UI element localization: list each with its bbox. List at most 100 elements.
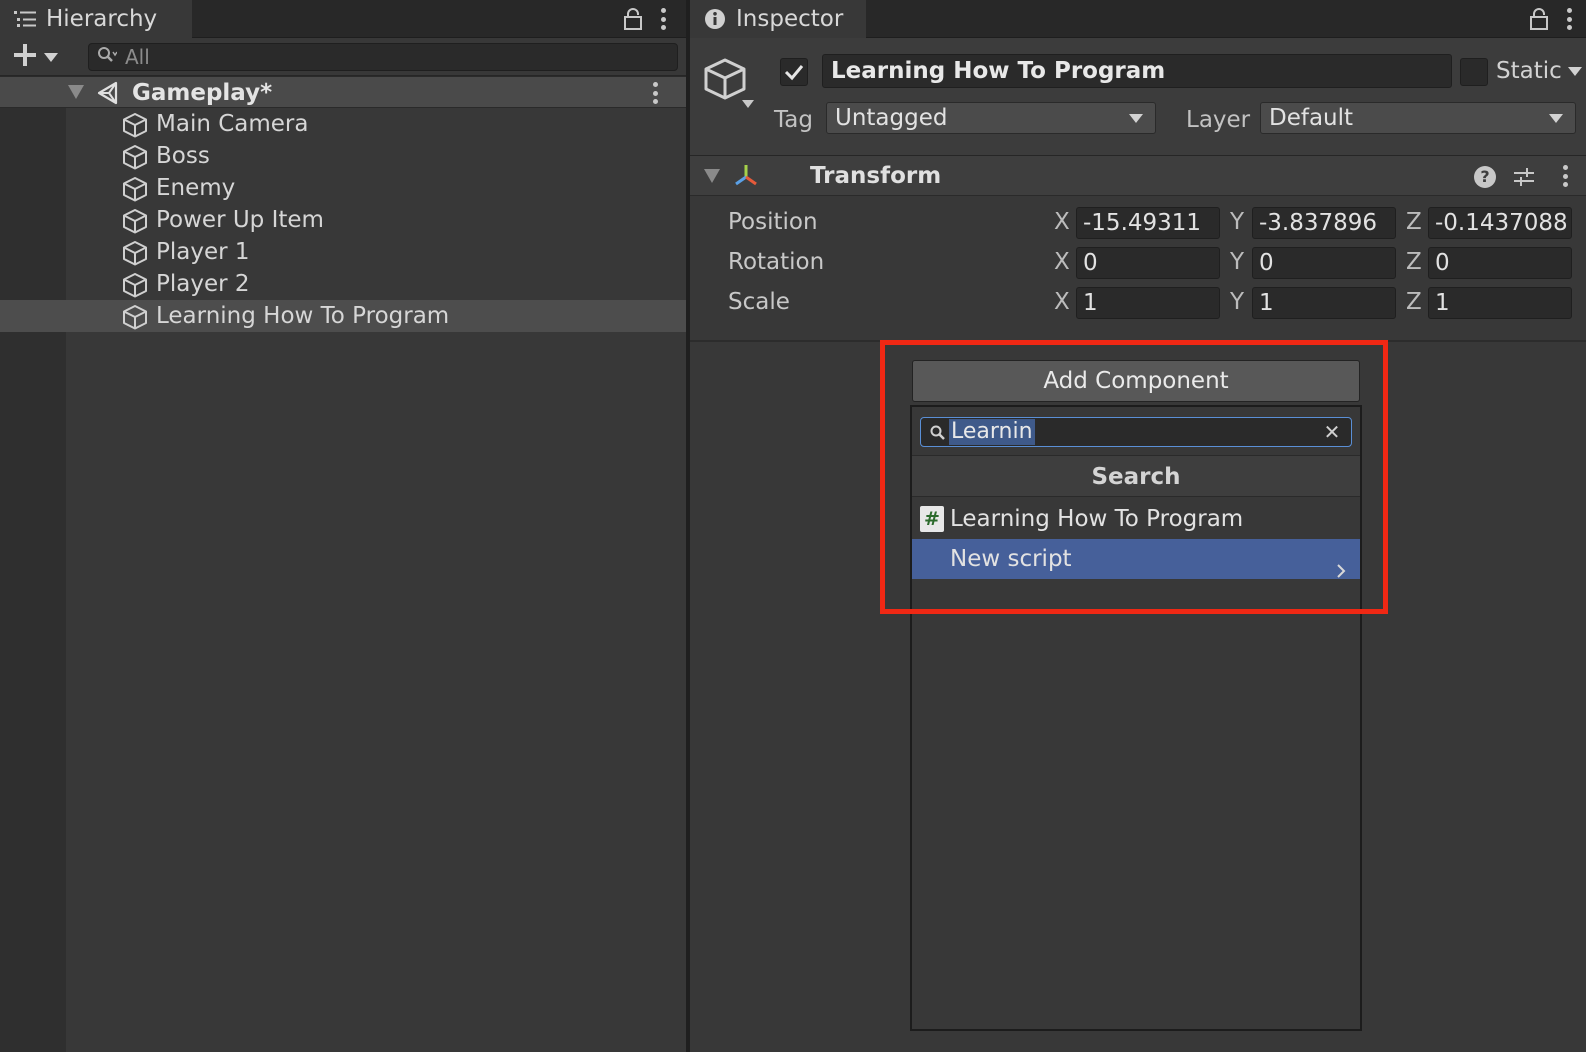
gameobject-icon[interactable]: [702, 56, 748, 102]
list-icon: [14, 8, 36, 30]
hierarchy-item-label: Enemy: [156, 175, 236, 201]
axis-z-label[interactable]: Z: [1406, 282, 1422, 322]
tag-label: Tag: [774, 107, 813, 133]
component-separator: [690, 340, 1586, 342]
scene-name: Gameplay*: [132, 80, 273, 106]
hierarchy-tree: Gameplay* Main Camera Boss Enemy Power U…: [0, 76, 686, 1052]
axis-x-label[interactable]: X: [1054, 242, 1070, 282]
gameobject-cube-icon: [122, 144, 148, 170]
chevron-down-icon: [1129, 114, 1143, 123]
search-icon: [929, 424, 947, 442]
active-checkbox[interactable]: [780, 58, 808, 86]
position-y-field[interactable]: -3.837896: [1252, 207, 1396, 239]
chevron-down-icon: [742, 100, 754, 108]
axis-x-label[interactable]: X: [1054, 282, 1070, 322]
gameobject-cube-icon: [122, 176, 148, 202]
hierarchy-item-player-2[interactable]: Player 2: [66, 268, 686, 300]
axis-y-label[interactable]: Y: [1230, 282, 1244, 322]
lock-icon[interactable]: [624, 8, 642, 30]
hierarchy-toolbar: [0, 38, 686, 76]
position-x-field[interactable]: -15.49311: [1076, 207, 1220, 239]
add-component-search[interactable]: Learnin ✕: [920, 417, 1352, 447]
plus-icon: [12, 42, 38, 72]
gameobject-name-field[interactable]: Learning How To Program: [822, 54, 1452, 88]
result-learning-how-to-program[interactable]: # Learning How To Program: [912, 499, 1360, 539]
inspector-tabbar: Inspector: [690, 0, 1586, 38]
hierarchy-search-input[interactable]: [125, 45, 677, 69]
static-label: Static: [1496, 58, 1562, 84]
search-query-text[interactable]: Learnin: [949, 419, 1035, 445]
hierarchy-tab-label: Hierarchy: [46, 6, 158, 32]
hierarchy-item-enemy[interactable]: Enemy: [66, 172, 686, 204]
chevron-right-icon: [1334, 551, 1348, 578]
expand-arrow-icon[interactable]: [68, 85, 84, 99]
search-icon: [97, 46, 118, 68]
inspector-tab-label: Inspector: [736, 6, 844, 32]
transform-axes-icon: [732, 162, 760, 190]
hierarchy-search[interactable]: [88, 43, 678, 71]
transform-row-label[interactable]: Rotation: [728, 242, 824, 282]
rotation-x-field[interactable]: 0: [1076, 247, 1220, 279]
hierarchy-item-label: Player 2: [156, 271, 250, 297]
rotation-z-field[interactable]: 0: [1428, 247, 1572, 279]
hierarchy-item-main-camera[interactable]: Main Camera: [66, 108, 686, 140]
chevron-down-icon: [1567, 66, 1582, 76]
create-button[interactable]: [12, 42, 66, 72]
axis-y-label[interactable]: Y: [1230, 202, 1244, 242]
hierarchy-gutter: [0, 76, 66, 1052]
axis-y-label[interactable]: Y: [1230, 242, 1244, 282]
hierarchy-item-learning-how-to-program[interactable]: Learning How To Program: [0, 300, 686, 332]
gameobject-header: Learning How To Program Static Tag Untag…: [690, 38, 1586, 156]
transform-row-position: Position X -15.49311 Y -3.837896 Z -0.14…: [690, 202, 1586, 242]
axis-z-label[interactable]: Z: [1406, 202, 1422, 242]
axis-z-label[interactable]: Z: [1406, 242, 1422, 282]
scene-options-icon[interactable]: [652, 82, 658, 104]
hierarchy-item-label: Boss: [156, 143, 210, 169]
transform-row-label[interactable]: Scale: [728, 282, 790, 322]
transform-row-label[interactable]: Position: [728, 202, 818, 242]
more-options-icon[interactable]: [660, 8, 666, 30]
tab-inspector[interactable]: Inspector: [690, 0, 866, 38]
tag-dropdown[interactable]: Untagged: [826, 102, 1156, 134]
transform-component-header[interactable]: Transform ?: [690, 156, 1586, 196]
static-checkbox[interactable]: [1460, 58, 1488, 86]
gameobject-cube-icon: [122, 272, 148, 298]
layer-dropdown[interactable]: Default: [1260, 102, 1576, 134]
transform-row-rotation: Rotation X 0 Y 0 Z 0: [690, 242, 1586, 282]
layer-label: Layer: [1186, 107, 1251, 133]
gameobject-cube-icon: [122, 112, 148, 138]
help-icon[interactable]: ?: [1474, 166, 1496, 188]
result-label: Learning How To Program: [950, 506, 1244, 532]
rotation-y-field[interactable]: 0: [1252, 247, 1396, 279]
hierarchy-item-player-1[interactable]: Player 1: [66, 236, 686, 268]
transform-title: Transform: [810, 163, 942, 189]
gameobject-cube-icon: [122, 208, 148, 234]
scene-row[interactable]: Gameplay*: [0, 76, 686, 108]
scale-z-field[interactable]: 1: [1428, 287, 1572, 319]
lock-icon[interactable]: [1530, 8, 1548, 30]
hierarchy-item-power-up-item[interactable]: Power Up Item: [66, 204, 686, 236]
script-icon: #: [920, 506, 944, 532]
hierarchy-tabbar: Hierarchy: [0, 0, 686, 38]
layer-value: Default: [1269, 105, 1354, 131]
static-dropdown[interactable]: Static: [1496, 54, 1582, 88]
add-component-button[interactable]: Add Component: [912, 360, 1360, 402]
add-component-popup: Learnin ✕ Search # Learning How To Progr…: [910, 405, 1362, 1031]
tag-value: Untagged: [835, 105, 948, 131]
expand-arrow-icon[interactable]: [704, 169, 720, 183]
chevron-down-icon: [1549, 114, 1563, 123]
clear-search-icon[interactable]: ✕: [1321, 421, 1343, 443]
position-z-field[interactable]: -0.1437088: [1428, 207, 1572, 239]
inspector-panel: Inspector Learning How To Program Static…: [690, 0, 1586, 1052]
hierarchy-item-boss[interactable]: Boss: [66, 140, 686, 172]
tab-hierarchy[interactable]: Hierarchy: [0, 0, 192, 38]
more-options-icon[interactable]: [1566, 8, 1572, 30]
chevron-down-icon: [44, 52, 58, 62]
scale-x-field[interactable]: 1: [1076, 287, 1220, 319]
component-options-icon[interactable]: [1562, 165, 1568, 187]
info-icon: [704, 8, 726, 30]
presets-sliders-icon[interactable]: [1512, 165, 1536, 189]
axis-x-label[interactable]: X: [1054, 202, 1070, 242]
scale-y-field[interactable]: 1: [1252, 287, 1396, 319]
result-new-script[interactable]: New script: [912, 539, 1360, 579]
